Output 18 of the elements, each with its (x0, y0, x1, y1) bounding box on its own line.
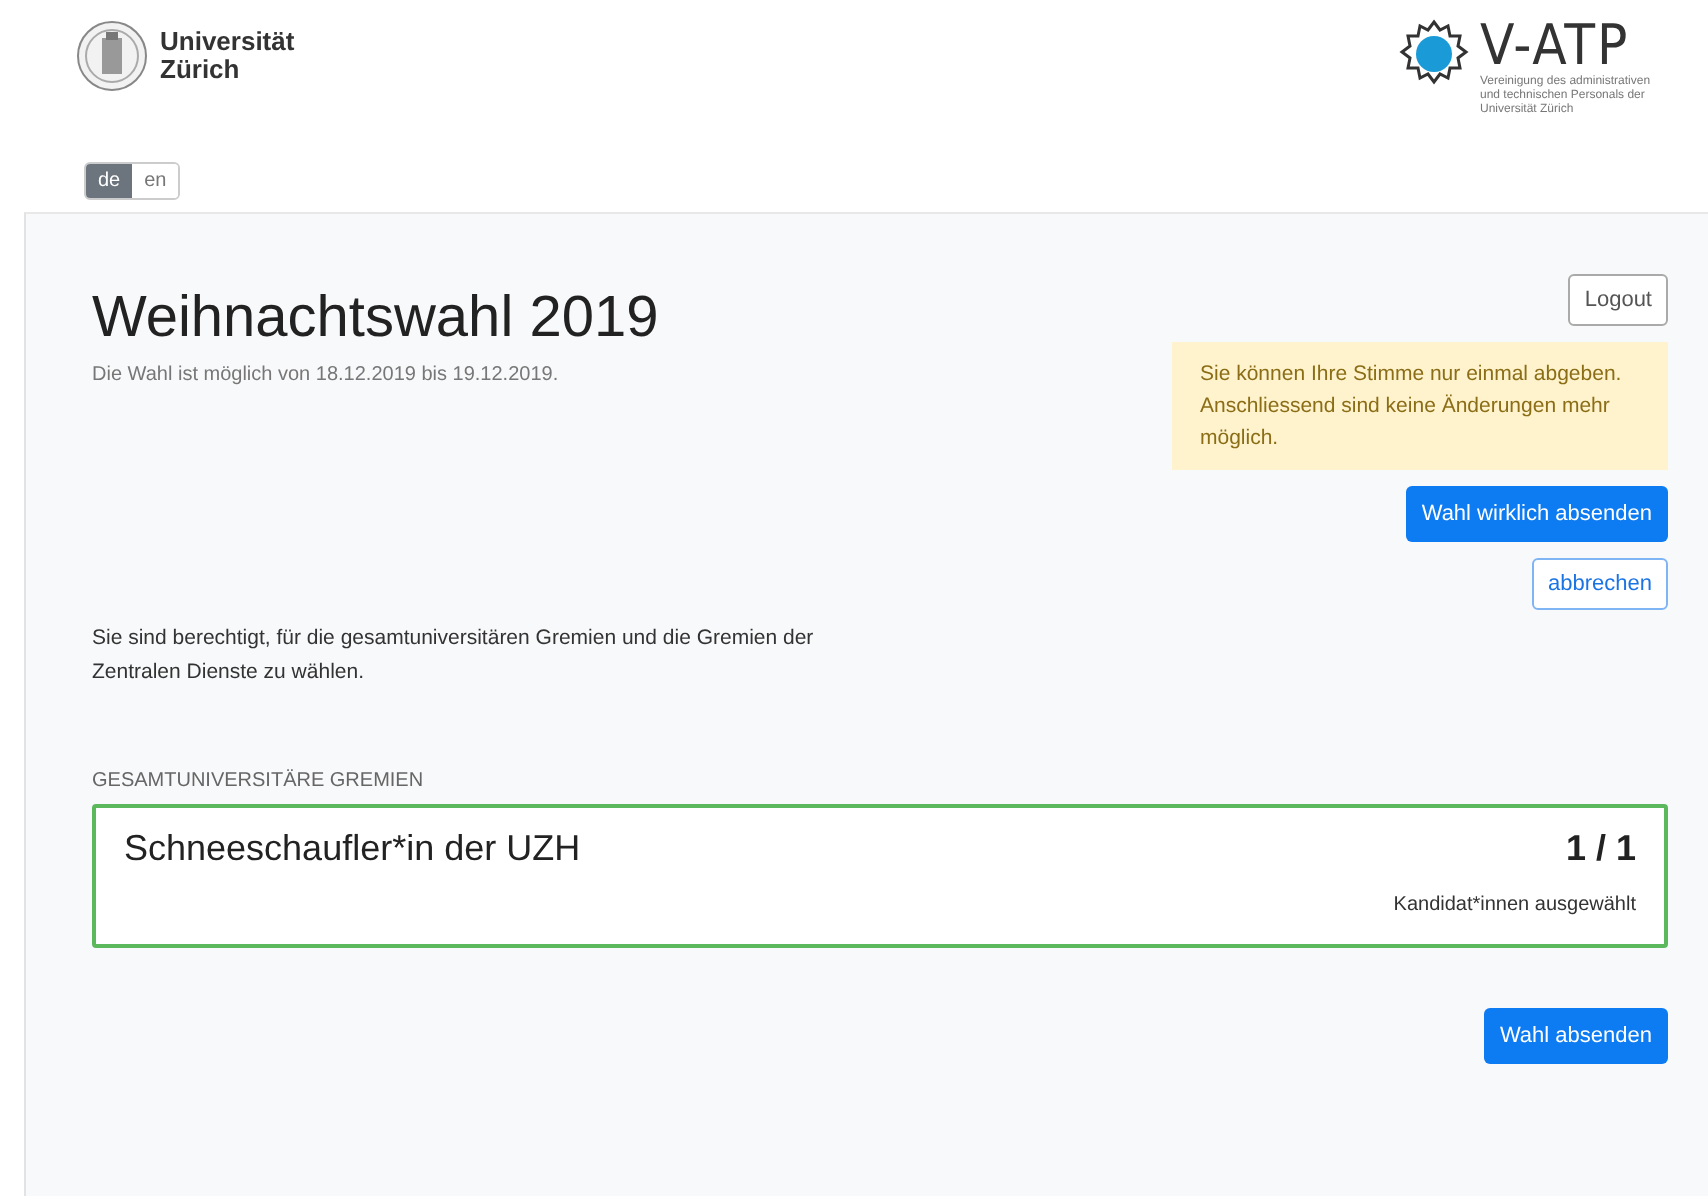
logo-text: V-ATP (1480, 16, 1630, 76)
submit-button[interactable]: Wahl absenden (1483, 1008, 1668, 1064)
logo-text: Zürich (160, 56, 242, 84)
selection-count: 1 / 1 (1565, 828, 1636, 870)
election-period: Die Wahl ist möglich von 18.12.2019 bis 19.12.2019. (92, 364, 561, 386)
logo-text: Universität (160, 28, 295, 56)
confirm-submit-button[interactable]: Wahl wirklich absenden (1405, 486, 1668, 542)
committee-card[interactable]: Schneeschaufler*in der UZH 1 / 1 Kandidat*innen ausgewählt (92, 804, 1668, 948)
committee-name: Schneeschaufler*in der UZH (124, 828, 581, 872)
page-title: Weihnachtswahl 2019 (92, 286, 659, 352)
cancel-button[interactable]: abbrechen (1532, 558, 1668, 610)
eligibility-text: Sie sind berechtigt, für die gesamtuniversitären Gremien und die Gremien der Zentralen Dienste zu wählen. (92, 624, 816, 688)
warning-alert: Sie können Ihre Stimme nur einmal abgeben. Anschliessend sind keine Änderungen mehr möglich. (1172, 342, 1668, 470)
language-button[interactable]: de (86, 164, 133, 198)
section-heading: GESAMTUNIVERSITÄRE GREMIEN (92, 770, 426, 792)
selection-label: Kandidat*innen ausgewählt (1393, 894, 1636, 916)
logout-button[interactable]: Logout (1568, 274, 1668, 326)
university-seal-icon (76, 20, 148, 92)
